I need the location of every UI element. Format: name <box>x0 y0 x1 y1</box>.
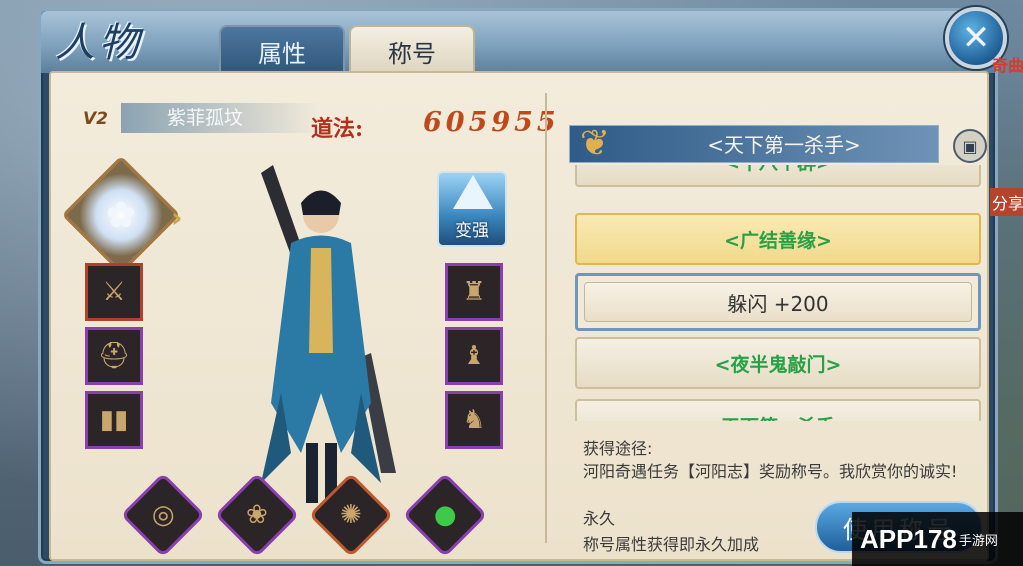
info-icon[interactable]: ▣ <box>953 129 987 163</box>
tab-titles[interactable]: 称号 <box>349 25 475 75</box>
title-item-selected[interactable]: <广结善缘> <box>575 213 981 265</box>
lotus-emblem-icon[interactable]: ✿ <box>61 155 181 275</box>
helmet-icon[interactable]: ⛑ <box>85 327 143 385</box>
lotus-crest-icon: ❦ <box>579 122 611 164</box>
watermark-logo: APP178 手游网 <box>852 512 1023 566</box>
title-attribute-row: 躲闪 +200 <box>575 273 981 331</box>
title-list[interactable]: <十八个群> <广结善缘> 躲闪 +200 <夜半鬼敲门> <天下第一杀手> <box>571 165 985 421</box>
weapon-icon[interactable]: ⚔ <box>85 263 143 321</box>
duration-text: 永久 <box>583 509 616 528</box>
duration-note: 称号属性获得即永久加成 <box>583 535 760 554</box>
armor-icon[interactable]: ♜ <box>445 263 503 321</box>
vip-level: V2 <box>83 109 108 129</box>
current-title: <天下第一杀手> <box>707 133 861 157</box>
share-button[interactable]: 分享 <box>990 188 1023 216</box>
strengthen-label: 变强 <box>455 221 489 241</box>
up-arrow-icon <box>453 175 493 209</box>
current-title-bar: <天下第一杀手> <box>569 125 939 163</box>
character-model <box>261 165 396 503</box>
title-item[interactable]: <十八个群> <box>575 165 981 187</box>
content-panel: V2 紫菲孤坟 道法: 605955 ✿ › 变强 ⚔ ⛑ ▮▮ ♜ ♝ ♞ ◎… <box>49 71 989 561</box>
window-title: 人物 <box>55 20 143 66</box>
boots-icon[interactable]: ▮▮ <box>85 391 143 449</box>
window-title-bar: 人物 属性 称号 <box>41 11 995 75</box>
tab-attributes[interactable]: 属性 <box>219 25 345 75</box>
panel-divider <box>545 93 547 543</box>
acquire-description: 河阳奇遇任务【河阳志】奖励称号。我欣赏你的诚实! <box>583 462 958 481</box>
ring-icon[interactable]: ◎ <box>120 472 206 558</box>
titles-panel: <天下第一杀手> ❦ ▣ <十八个群> <广结善缘> 躲闪 +200 <夜半鬼敲… <box>561 73 987 559</box>
character-name: 紫菲孤坟 <box>121 103 321 133</box>
strengthen-button[interactable]: 变强 <box>437 171 507 247</box>
side-event-label[interactable]: 奇曲 <box>990 52 1023 76</box>
title-attribute-text: 躲闪 +200 <box>584 282 972 322</box>
dao-label: 道法: <box>311 116 364 142</box>
character-panel: V2 紫菲孤坟 道法: 605955 ✿ › 变强 ⚔ ⛑ ▮▮ ♜ ♝ ♞ ◎… <box>51 73 556 559</box>
character-window: 人物 属性 称号 ✕ V2 紫菲孤坟 道法: 605955 ✿ › 变强 ⚔ ⛑… <box>38 7 1007 564</box>
watermark-main: APP178 <box>860 523 957 554</box>
acquire-label: 获得途径: <box>583 439 653 458</box>
title-item[interactable]: <夜半鬼敲门> <box>575 337 981 389</box>
chevron-right-icon[interactable]: › <box>171 201 183 234</box>
shoulder-icon[interactable]: ♝ <box>445 327 503 385</box>
belt-icon[interactable]: ♞ <box>445 391 503 449</box>
watermark-sub: 手游网 <box>958 532 998 548</box>
dao-value: 605955 <box>423 107 560 138</box>
title-item[interactable]: <天下第一杀手> <box>575 399 981 421</box>
